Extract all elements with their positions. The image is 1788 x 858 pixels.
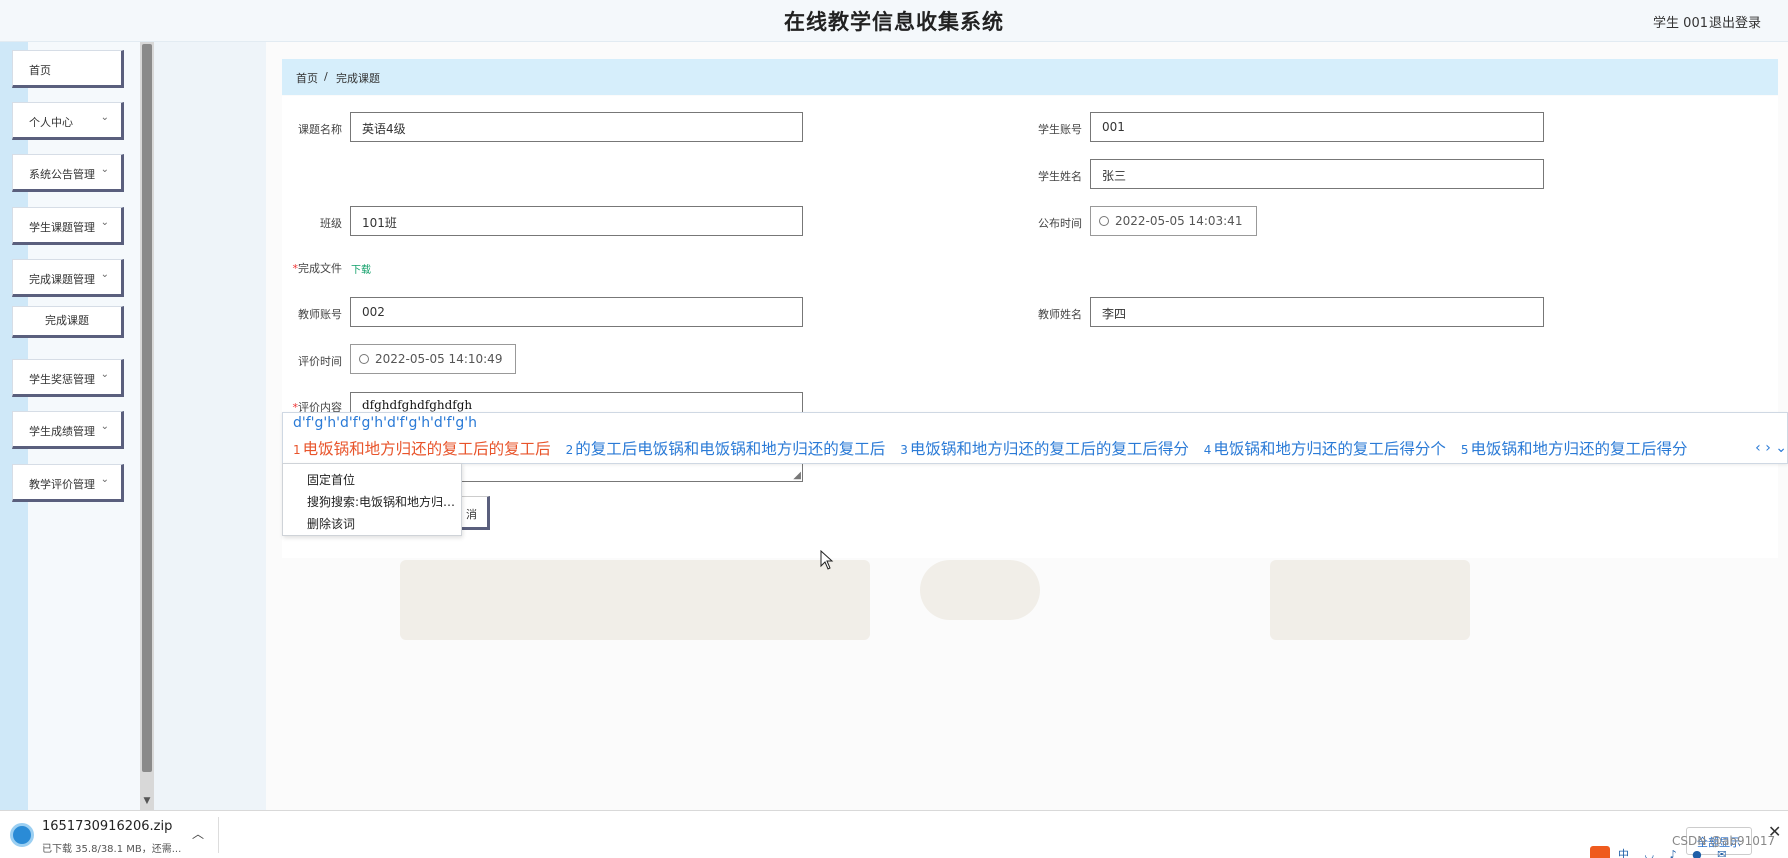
chevron-down-icon: ⌄ bbox=[100, 369, 109, 380]
ime-candidate-bar: d'f'g'h'd'f'g'h'd'f'g'h'd'f'g'h 1 电饭锅和地方归… bbox=[282, 412, 1788, 464]
zip-file-icon bbox=[10, 823, 34, 847]
ime-candidate-text: 电饭锅和地方归还的复工后的复工后 bbox=[302, 440, 551, 458]
eval-time-picker[interactable]: 2022-05-05 14:10:49 bbox=[350, 344, 516, 374]
class-label: 班级 bbox=[320, 217, 342, 230]
menu-item-pin-first[interactable]: 固定首位 bbox=[307, 471, 355, 488]
download-file-name[interactable]: 1651730916206.zip bbox=[42, 819, 172, 834]
ime-composition: d'f'g'h'd'f'g'h'd'f'g'h'd'f'g'h bbox=[293, 415, 478, 431]
chevron-down-icon: ⌄ bbox=[100, 164, 109, 175]
sidebar-item-finished-topics[interactable]: 完成课题管理 ⌄ bbox=[12, 259, 124, 297]
ime-candidate-number: 4 bbox=[1203, 443, 1212, 457]
sidebar-item-label: 学生成绩管理 bbox=[29, 425, 95, 438]
ime-candidates: 1 电饭锅和地方归还的复工后的复工后 2 的复工后电饭锅和电饭锅和地方归还的复工后 … bbox=[293, 437, 1698, 459]
chevron-down-icon: ⌄ bbox=[100, 217, 109, 228]
tray-icons[interactable]: 中 ◡ ♪ ● ✉ bbox=[1618, 846, 1732, 858]
sidebar-item-label: 完成课题管理 bbox=[29, 273, 95, 286]
sidebar-item-label: 首页 bbox=[29, 64, 51, 77]
sidebar-item-announcements[interactable]: 系统公告管理 ⌄ bbox=[12, 154, 124, 192]
ime-candidate[interactable]: 3 电饭锅和地方归还的复工后的复工后得分 bbox=[900, 440, 1189, 458]
publish-time-value: 2022-05-05 14:03:41 bbox=[1115, 214, 1243, 228]
close-icon[interactable]: ✕ bbox=[1768, 822, 1781, 841]
ime-candidate-number: 2 bbox=[565, 443, 574, 457]
ime-candidate-text: 电饭锅和地方归还的复工后的复工后得分 bbox=[909, 440, 1189, 458]
ime-candidate-text: 的复工后电饭锅和电饭锅和地方归还的复工后 bbox=[575, 440, 886, 458]
ime-candidate[interactable]: 5 电饭锅和地方归还的复工后得分 bbox=[1461, 440, 1688, 458]
download-status: 已下载 35.8/38.1 MB，还需... bbox=[42, 844, 182, 855]
sidebar-subitem-finished-topic[interactable]: 完成课题 bbox=[12, 306, 124, 338]
breadcrumb-separator: / bbox=[324, 70, 328, 83]
eval-time-label: 评价时间 bbox=[298, 355, 342, 368]
sidebar-item-label: 教学评价管理 bbox=[29, 478, 95, 491]
ime-candidate-number: 3 bbox=[900, 443, 908, 457]
publish-time-picker[interactable]: 2022-05-05 14:03:41 bbox=[1090, 206, 1257, 236]
resize-grip-icon[interactable]: ◢ bbox=[793, 471, 801, 481]
student-account-field[interactable]: 001 bbox=[1090, 112, 1544, 142]
eval-content-value: dfghdfghdfghdfgh bbox=[362, 398, 473, 412]
ime-context-menu: 固定首位 搜狗搜索:电饭锅和地方归… 删除该词 bbox=[282, 463, 462, 536]
chevron-up-icon[interactable]: ︿ bbox=[192, 825, 204, 842]
sidebar-item-personal-center[interactable]: 个人中心 ⌄ bbox=[12, 102, 124, 140]
class-field[interactable]: 101班 bbox=[350, 206, 803, 236]
topic-name-label: 课题名称 bbox=[298, 123, 342, 136]
finish-file-label: *完成文件 bbox=[272, 260, 343, 276]
current-user: 学生 001 bbox=[1653, 16, 1708, 31]
chevron-down-icon: ⌄ bbox=[100, 474, 109, 485]
form-panel bbox=[282, 96, 1778, 558]
ime-candidate-number: 1 bbox=[293, 443, 301, 457]
logout-link[interactable]: 退出登录 bbox=[1709, 12, 1761, 31]
teacher-account-label: 教师账号 bbox=[298, 308, 342, 321]
ime-candidate-number: 5 bbox=[1460, 443, 1469, 457]
sidebar-item-label: 学生奖惩管理 bbox=[29, 373, 95, 386]
chevron-down-icon: ⌄ bbox=[100, 112, 109, 123]
clock-icon bbox=[359, 354, 369, 364]
teacher-name-label: 教师姓名 bbox=[1038, 308, 1082, 321]
background-decoration bbox=[920, 560, 1040, 620]
chevron-down-icon: ⌄ bbox=[100, 421, 109, 432]
download-link[interactable]: 下载 bbox=[351, 261, 371, 276]
menu-item-sogou-search[interactable]: 搜狗搜索:电饭锅和地方归… bbox=[307, 493, 455, 510]
sidebar-item-student-topics[interactable]: 学生课题管理 ⌄ bbox=[12, 207, 124, 245]
ime-candidate[interactable]: 4 电饭锅和地方归还的复工后得分个 bbox=[1204, 440, 1446, 458]
sidebar-item-rewards[interactable]: 学生奖惩管理 ⌄ bbox=[12, 359, 124, 397]
ime-page-arrows-icon[interactable]: ‹ › ⌄ bbox=[1755, 440, 1787, 456]
sidebar-item-home[interactable]: 首页 bbox=[12, 50, 124, 88]
teacher-name-field[interactable]: 李四 bbox=[1090, 297, 1544, 327]
publish-time-label: 公布时间 bbox=[1038, 217, 1082, 230]
top-header: 在线教学信息收集系统 学生 001 退出登录 bbox=[0, 0, 1788, 42]
breadcrumb-home[interactable]: 首页 bbox=[296, 70, 318, 86]
chevron-down-icon: ⌄ bbox=[100, 269, 109, 280]
student-account-label: 学生账号 bbox=[1038, 123, 1082, 136]
download-shelf: 1651730916206.zip 已下载 35.8/38.1 MB，还需...… bbox=[0, 810, 1788, 858]
background-decoration bbox=[400, 560, 870, 640]
eval-time-value: 2022-05-05 14:10:49 bbox=[375, 352, 503, 366]
clock-icon bbox=[1099, 216, 1109, 226]
scroll-down-icon[interactable]: ▼ bbox=[142, 796, 152, 806]
sidebar-scroll-thumb[interactable] bbox=[142, 44, 152, 772]
breadcrumb-current: 完成课题 bbox=[336, 72, 380, 85]
ime-candidate-text: 电饭锅和地方归还的复工后得分个 bbox=[1213, 440, 1446, 458]
menu-item-delete-word[interactable]: 删除该词 bbox=[307, 515, 355, 532]
sogou-ime-tray-icon[interactable] bbox=[1590, 846, 1610, 858]
sidebar-item-label: 学生课题管理 bbox=[29, 221, 95, 234]
background-decoration bbox=[1270, 560, 1470, 640]
sidebar-item-label: 个人中心 bbox=[29, 116, 73, 129]
finish-file-label-text: 完成文件 bbox=[298, 262, 342, 275]
breadcrumb: 首页 / 完成课题 bbox=[282, 59, 1778, 95]
divider bbox=[218, 817, 219, 853]
sidebar-item-grades[interactable]: 学生成绩管理 ⌄ bbox=[12, 411, 124, 449]
sidebar-item-teaching-eval[interactable]: 教学评价管理 ⌄ bbox=[12, 464, 124, 502]
sidebar-item-label: 系统公告管理 bbox=[29, 168, 95, 181]
app-title: 在线教学信息收集系统 bbox=[784, 10, 1004, 34]
topic-name-field[interactable]: 英语4级 bbox=[350, 112, 803, 142]
ime-candidate[interactable]: 2 的复工后电饭锅和电饭锅和地方归还的复工后 bbox=[566, 440, 886, 458]
ime-candidate-text: 电饭锅和地方归还的复工后得分 bbox=[1470, 440, 1688, 458]
teacher-account-field[interactable]: 002 bbox=[350, 297, 803, 327]
ime-candidate[interactable]: 1 电饭锅和地方归还的复工后的复工后 bbox=[293, 440, 551, 458]
student-name-label: 学生姓名 bbox=[1038, 170, 1082, 183]
student-name-field[interactable]: 张三 bbox=[1090, 159, 1544, 189]
